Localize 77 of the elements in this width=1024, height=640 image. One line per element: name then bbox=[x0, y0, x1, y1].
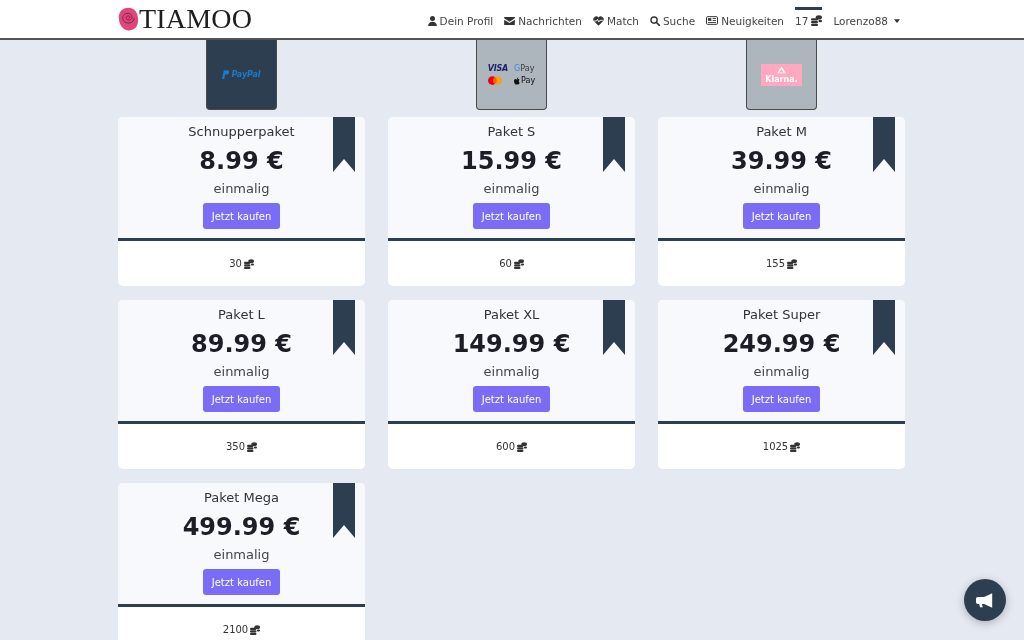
coins-icon bbox=[811, 15, 823, 26]
envelope-icon bbox=[504, 16, 516, 25]
apple-icon bbox=[514, 76, 521, 85]
bookmark-ribbon-icon bbox=[603, 300, 625, 355]
coins-icon bbox=[787, 258, 798, 269]
package-price: 149.99 € bbox=[452, 329, 571, 360]
package-title: Paket S bbox=[487, 123, 536, 141]
p-letter-icon bbox=[222, 70, 230, 79]
bookmark-ribbon-icon bbox=[333, 483, 355, 538]
rose-logo-icon bbox=[118, 6, 139, 32]
coins-icon bbox=[243, 258, 254, 269]
buy-button[interactable]: Jetzt kaufen bbox=[202, 569, 281, 595]
bookmark-ribbon-icon bbox=[873, 300, 895, 355]
coin-amount: 350 bbox=[225, 441, 246, 452]
coin-amount: 600 bbox=[495, 441, 516, 452]
coins-icon bbox=[790, 441, 801, 452]
bookmark-ribbon-icon bbox=[873, 117, 895, 172]
package-title: Paket L bbox=[218, 306, 265, 324]
user-menu[interactable]: Lorenzo88 bbox=[833, 7, 900, 31]
billing-label: einmalig bbox=[483, 363, 540, 381]
buy-button[interactable]: Jetzt kaufen bbox=[472, 386, 551, 412]
package-price: 89.99 € bbox=[191, 329, 292, 360]
buy-button[interactable]: Jetzt kaufen bbox=[472, 203, 551, 229]
package-price: 8.99 € bbox=[199, 146, 284, 177]
billing-label: einmalig bbox=[483, 180, 540, 198]
payment-logo-text: Pay bbox=[521, 76, 536, 85]
bookmark-ribbon-icon bbox=[333, 300, 355, 355]
buy-button[interactable]: Jetzt kaufen bbox=[742, 386, 821, 412]
payment-logo-text: PayPal bbox=[231, 70, 261, 79]
payment-logo-text: VISA bbox=[487, 64, 509, 73]
search-icon bbox=[649, 15, 660, 26]
payment-tab[interactable]: VISA GPay Pay bbox=[476, 40, 547, 110]
package-price: 499.99 € bbox=[182, 512, 301, 543]
brand-name[interactable]: TIAMOO bbox=[139, 3, 253, 35]
coin-amount: 30 bbox=[229, 258, 242, 269]
coin-amount: 60 bbox=[499, 258, 512, 269]
billing-label: einmalig bbox=[213, 363, 270, 381]
billing-label: einmalig bbox=[753, 180, 810, 198]
coins-icon bbox=[513, 258, 524, 269]
bookmark-ribbon-icon bbox=[603, 117, 625, 172]
package-title: Paket XL bbox=[483, 306, 540, 324]
coin-balance-link[interactable]: 17 bbox=[795, 7, 823, 31]
caret-icon bbox=[894, 18, 900, 23]
package-title: Paket Mega bbox=[204, 489, 279, 507]
payment-logo-text: Klarna. bbox=[765, 74, 798, 84]
package-price: 249.99 € bbox=[722, 329, 841, 360]
package-title: Paket M bbox=[756, 123, 807, 141]
coins-icon bbox=[250, 624, 261, 635]
package-title: Schnupperpaket bbox=[188, 123, 295, 141]
package-title: Paket Super bbox=[742, 306, 821, 324]
megaphone-icon bbox=[976, 592, 994, 608]
coins-icon bbox=[517, 441, 528, 452]
package-price: 15.99 € bbox=[461, 146, 562, 177]
buy-button[interactable]: Jetzt kaufen bbox=[202, 386, 281, 412]
coin-amount: 155 bbox=[765, 258, 786, 269]
nav-link[interactable]: Neuigkeiten bbox=[706, 7, 785, 31]
newspaper-icon bbox=[706, 16, 719, 25]
heart-pulse-icon bbox=[592, 15, 604, 26]
nav-link[interactable]: Nachrichten bbox=[504, 7, 582, 31]
nav-link[interactable]: Match bbox=[592, 7, 639, 31]
billing-label: einmalig bbox=[213, 180, 270, 198]
nav-link[interactable]: Suche bbox=[649, 7, 696, 31]
payment-logo-text: GPay bbox=[514, 64, 535, 73]
megaphone-button[interactable] bbox=[964, 579, 1006, 621]
nav-link[interactable]: Dein Profil bbox=[427, 7, 494, 31]
bookmark-ribbon-icon bbox=[333, 117, 355, 172]
billing-label: einmalig bbox=[213, 546, 270, 564]
coin-amount: 1025 bbox=[762, 441, 789, 452]
billing-label: einmalig bbox=[753, 363, 810, 381]
buy-button[interactable]: Jetzt kaufen bbox=[202, 203, 281, 229]
overlapping-circles-icon bbox=[487, 76, 502, 85]
coin-amount: 2100 bbox=[222, 624, 249, 635]
coins-icon bbox=[247, 441, 258, 452]
buy-button[interactable]: Jetzt kaufen bbox=[742, 203, 821, 229]
user-icon bbox=[427, 15, 437, 26]
triangle-logo-icon bbox=[776, 65, 787, 74]
package-price: 39.99 € bbox=[731, 146, 832, 177]
